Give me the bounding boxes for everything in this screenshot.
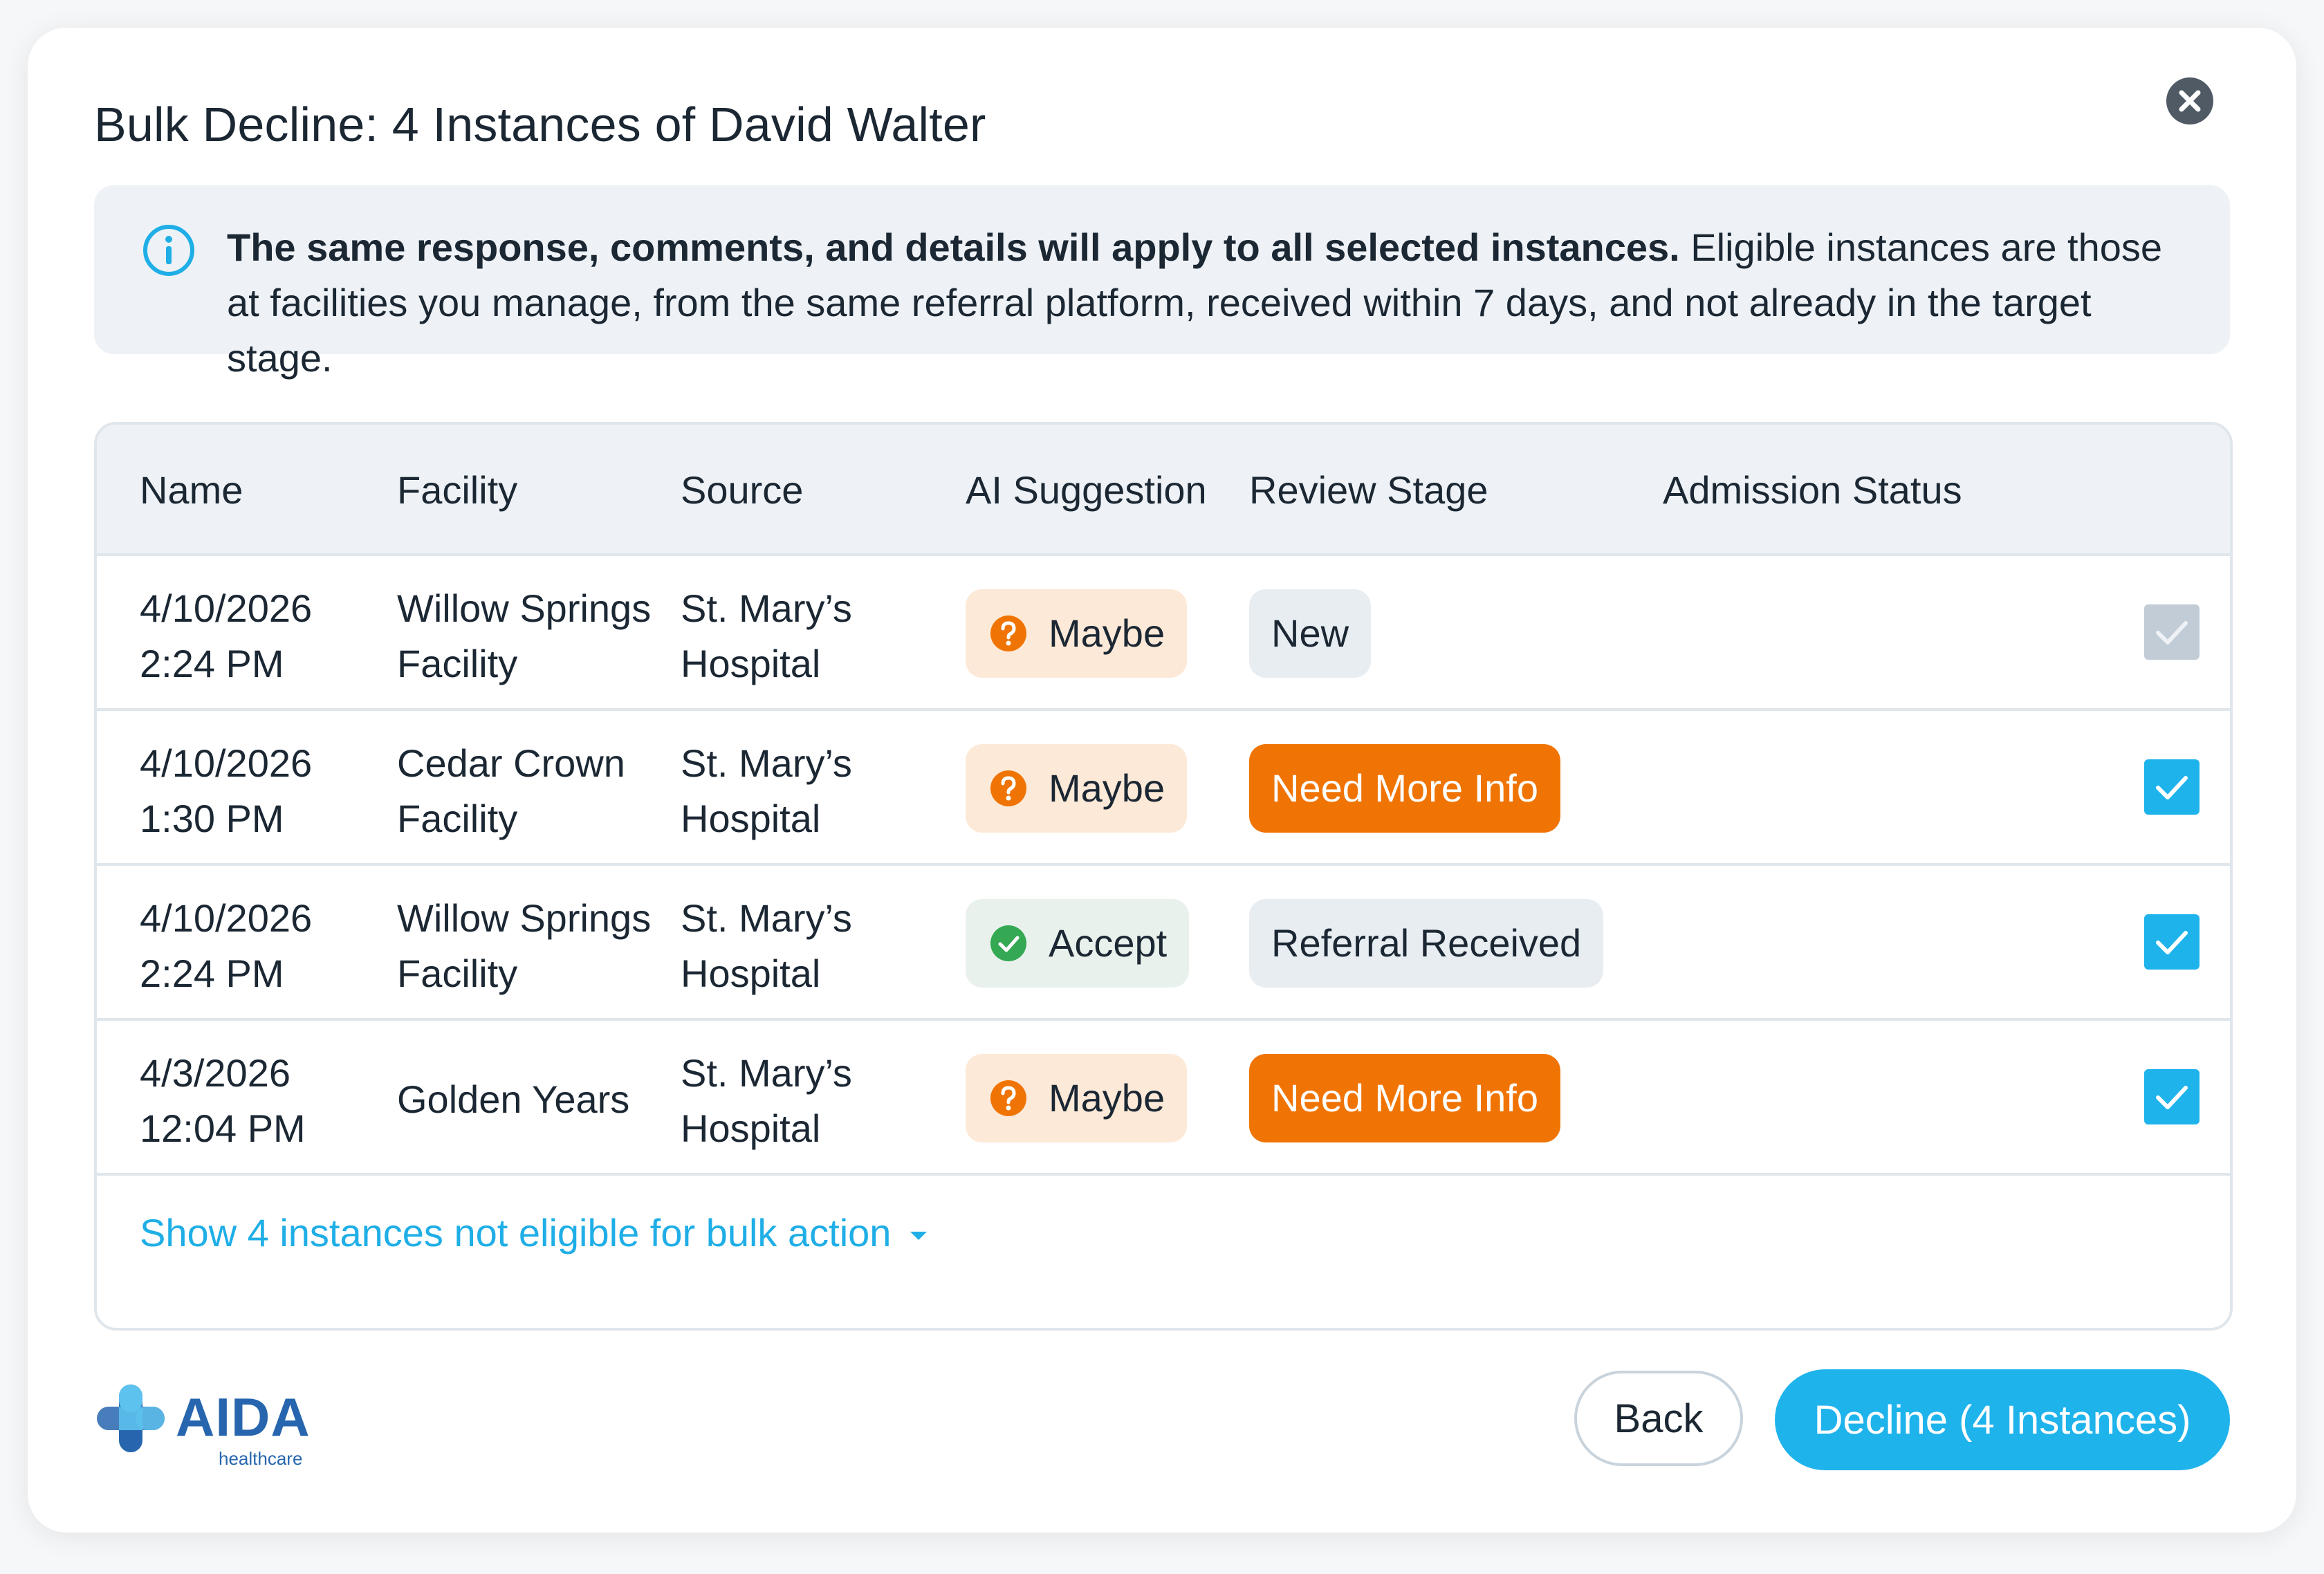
info-text: The same response, comments, and details… [227, 220, 2205, 386]
source-text: St. Mary’s [681, 586, 852, 630]
table-row: 4/10/2026 2:24 PM Willow Springs Facilit… [97, 556, 2230, 711]
name-cell: 4/10/2026 2:24 PM [140, 891, 312, 1001]
source-cell: St. Mary’s Hospital [681, 891, 852, 1001]
name-cell: 4/3/2026 12:04 PM [140, 1046, 306, 1156]
info-bold-text: The same response, comments, and details… [227, 225, 1680, 269]
check-circle-icon [990, 925, 1026, 961]
source-text: Hospital [681, 642, 821, 685]
logo-name: AIDA [176, 1387, 311, 1447]
date-text: 4/10/2026 [140, 586, 313, 630]
check-icon [2156, 931, 2188, 954]
date-text: 4/10/2026 [140, 896, 313, 940]
ai-suggestion-badge: Maybe [966, 1054, 1188, 1142]
facility-cell: Golden Years [397, 1077, 630, 1121]
ai-suggestion-label: Maybe [1049, 766, 1165, 810]
dialog-title: Bulk Decline: 4 Instances of David Walte… [94, 98, 986, 151]
source-cell: St. Mary’s Hospital [681, 581, 852, 692]
time-text: 12:04 PM [140, 1107, 306, 1150]
question-icon [990, 615, 1026, 651]
row-checkbox[interactable] [2144, 914, 2200, 970]
source-cell: St. Mary’s Hospital [681, 1046, 852, 1156]
header-source: Source [681, 468, 804, 512]
check-icon [2156, 621, 2188, 645]
facility-text: Willow Springs [397, 896, 652, 940]
bulk-decline-dialog: Bulk Decline: 4 Instances of David Walte… [28, 28, 2296, 1533]
header-review-stage: Review Stage [1249, 468, 1488, 512]
facility-cell: Cedar Crown Facility [397, 736, 625, 846]
date-text: 4/10/2026 [140, 741, 313, 785]
review-stage-badge: New [1249, 589, 1372, 678]
source-text: St. Mary’s [681, 1051, 852, 1095]
source-text: Hospital [681, 952, 821, 995]
ai-suggestion-badge: Maybe [966, 744, 1188, 833]
logo-subtitle: healthcare [219, 1448, 303, 1469]
instances-table: Name Facility Source AI Suggestion Revie… [94, 422, 2233, 1331]
name-cell: 4/10/2026 2:24 PM [140, 581, 312, 692]
table-row: 4/3/2026 12:04 PM Golden Years St. Mary’… [97, 1021, 2230, 1176]
table-row: 4/10/2026 2:24 PM Willow Springs Facilit… [97, 866, 2230, 1021]
source-cell: St. Mary’s Hospital [681, 736, 852, 846]
time-text: 2:24 PM [140, 642, 284, 685]
facility-cell: Willow Springs Facility [397, 581, 651, 692]
facility-text: Facility [397, 952, 518, 995]
ai-suggestion-label: Accept [1049, 921, 1168, 965]
review-stage-badge: Referral Received [1249, 899, 1604, 988]
check-icon [2156, 776, 2188, 799]
info-icon [143, 225, 194, 276]
aida-logo: AIDA healthcare [94, 1380, 322, 1491]
review-stage-badge: Need More Info [1249, 1054, 1560, 1142]
ai-suggestion-badge: Accept [966, 899, 1190, 988]
table-header: Name Facility Source AI Suggestion Revie… [97, 425, 2230, 556]
source-text: St. Mary’s [681, 741, 852, 785]
close-button[interactable] [2166, 77, 2213, 124]
question-icon [990, 1080, 1026, 1116]
show-ineligible-label: Show 4 instances not eligible for bulk a… [140, 1211, 892, 1254]
source-text: St. Mary’s [681, 896, 852, 940]
row-checkbox[interactable] [2144, 759, 2200, 815]
decline-button[interactable]: Decline (4 Instances) [1775, 1369, 2230, 1470]
close-icon [2179, 90, 2201, 112]
header-ai-suggestion: AI Suggestion [966, 468, 1207, 512]
check-icon [2156, 1086, 2188, 1109]
ai-suggestion-badge: Maybe [966, 589, 1188, 678]
time-text: 1:30 PM [140, 797, 284, 840]
question-icon [990, 770, 1026, 806]
header-admission-status: Admission Status [1663, 468, 1962, 512]
show-ineligible-link[interactable]: Show 4 instances not eligible for bulk a… [140, 1210, 928, 1255]
source-text: Hospital [681, 797, 821, 840]
ai-suggestion-label: Maybe [1049, 1076, 1165, 1120]
date-text: 4/3/2026 [140, 1051, 290, 1095]
header-facility: Facility [397, 468, 518, 512]
facility-text: Facility [397, 797, 518, 840]
review-stage-badge: Need More Info [1249, 744, 1560, 833]
facility-text: Cedar Crown [397, 741, 625, 785]
ai-suggestion-label: Maybe [1049, 611, 1165, 655]
caret-down-icon [910, 1232, 928, 1241]
facility-cell: Willow Springs Facility [397, 891, 651, 1001]
row-checkbox[interactable] [2144, 604, 2200, 660]
time-text: 2:24 PM [140, 952, 284, 995]
facility-text: Willow Springs [397, 586, 652, 630]
facility-text: Facility [397, 642, 518, 685]
back-button[interactable]: Back [1574, 1371, 1743, 1466]
medical-cross-icon [97, 1385, 165, 1452]
table-row: 4/10/2026 1:30 PM Cedar Crown Facility S… [97, 711, 2230, 866]
info-banner: The same response, comments, and details… [94, 185, 2230, 380]
source-text: Hospital [681, 1107, 821, 1150]
name-cell: 4/10/2026 1:30 PM [140, 736, 312, 846]
row-checkbox[interactable] [2144, 1069, 2200, 1124]
header-name: Name [140, 468, 243, 512]
